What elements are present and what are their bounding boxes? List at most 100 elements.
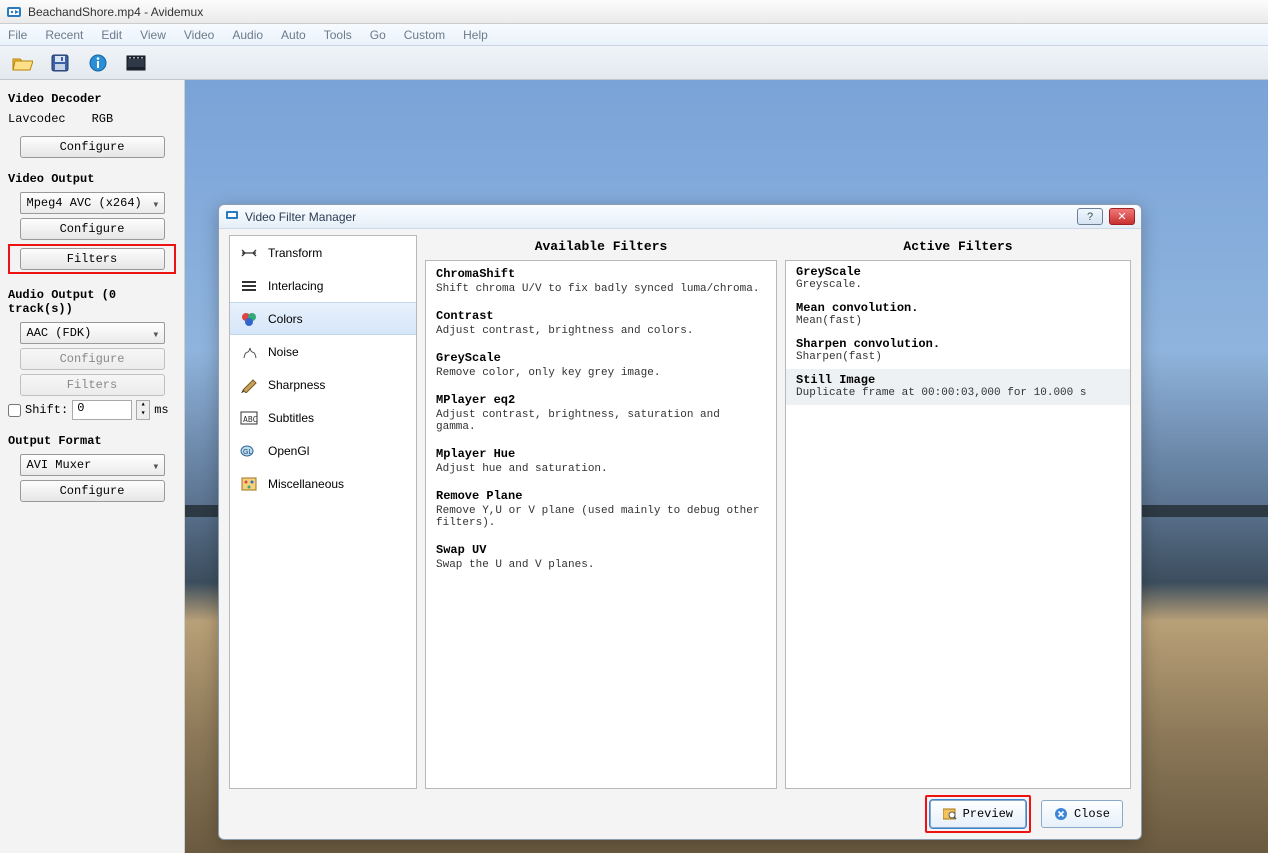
sidebar: Video Decoder Lavcodec RGB Configure Vid… bbox=[0, 80, 185, 853]
output-format-configure-button[interactable]: Configure bbox=[20, 480, 165, 502]
audio-output-select[interactable]: AAC (FDK) bbox=[20, 322, 165, 344]
menubar: File Recent Edit View Video Audio Auto T… bbox=[0, 24, 1268, 46]
active-filter-item[interactable]: Still ImageDuplicate frame at 00:00:03,0… bbox=[786, 369, 1130, 405]
category-label: Subtitles bbox=[268, 411, 314, 425]
available-filter-item[interactable]: Swap UVSwap the U and V planes. bbox=[426, 537, 776, 579]
category-icon bbox=[240, 343, 258, 361]
audio-output-heading: Audio Output (0 track(s)) bbox=[8, 288, 176, 316]
menu-tools[interactable]: Tools bbox=[324, 28, 352, 42]
active-filter-desc: Greyscale. bbox=[796, 279, 1120, 291]
menu-edit[interactable]: Edit bbox=[101, 28, 122, 42]
active-filter-item[interactable]: Mean convolution.Mean(fast) bbox=[786, 297, 1130, 333]
category-icon bbox=[240, 244, 258, 262]
audio-output-filters-button[interactable]: Filters bbox=[20, 374, 165, 396]
category-noise[interactable]: Noise bbox=[230, 335, 416, 368]
shift-unit: ms bbox=[154, 403, 168, 417]
filter-name: Mplayer Hue bbox=[436, 447, 766, 461]
filter-desc: Adjust contrast, brightness, saturation … bbox=[436, 409, 766, 433]
available-filter-item[interactable]: ContrastAdjust contrast, brightness and … bbox=[426, 303, 776, 345]
shift-value[interactable]: 0 bbox=[72, 400, 132, 420]
svg-text:ABC: ABC bbox=[243, 415, 258, 424]
shift-checkbox[interactable] bbox=[8, 404, 21, 417]
category-opengl[interactable]: GL OpenGl bbox=[230, 434, 416, 467]
active-filter-desc: Sharpen(fast) bbox=[796, 351, 1120, 363]
menu-video[interactable]: Video bbox=[184, 28, 214, 42]
output-format-select[interactable]: AVI Muxer bbox=[20, 454, 165, 476]
menu-go[interactable]: Go bbox=[370, 28, 386, 42]
film-icon[interactable] bbox=[124, 51, 148, 75]
close-icon bbox=[1054, 807, 1068, 821]
menu-help[interactable]: Help bbox=[463, 28, 488, 42]
category-label: Transform bbox=[268, 246, 322, 260]
category-miscellaneous[interactable]: Miscellaneous bbox=[230, 467, 416, 500]
menu-custom[interactable]: Custom bbox=[404, 28, 445, 42]
menu-recent[interactable]: Recent bbox=[45, 28, 83, 42]
help-button[interactable]: ? bbox=[1077, 208, 1103, 225]
filter-desc: Swap the U and V planes. bbox=[436, 559, 766, 571]
toolbar bbox=[0, 46, 1268, 80]
active-filter-item[interactable]: Sharpen convolution.Sharpen(fast) bbox=[786, 333, 1130, 369]
menu-file[interactable]: File bbox=[8, 28, 27, 42]
video-output-heading: Video Output bbox=[8, 172, 176, 186]
available-filter-item[interactable]: ChromaShiftShift chroma U/V to fix badly… bbox=[426, 261, 776, 303]
video-decoder-mode: RGB bbox=[92, 112, 114, 126]
video-filter-manager-dialog: Video Filter Manager ? ✕ Transform Interl… bbox=[218, 204, 1142, 840]
dialog-titlebar[interactable]: Video Filter Manager ? ✕ bbox=[219, 205, 1141, 229]
filter-desc: Adjust contrast, brightness and colors. bbox=[436, 325, 766, 337]
active-filters-heading: Active Filters bbox=[785, 235, 1131, 260]
category-colors[interactable]: Colors bbox=[230, 302, 416, 335]
menu-view[interactable]: View bbox=[140, 28, 166, 42]
available-filters-list: ChromaShiftShift chroma U/V to fix badly… bbox=[425, 260, 777, 789]
available-filter-item[interactable]: MPlayer eq2 Adjust contrast, brightness, … bbox=[426, 387, 776, 441]
info-icon[interactable] bbox=[86, 51, 110, 75]
available-filter-item[interactable]: GreyScaleRemove color, only key grey ima… bbox=[426, 345, 776, 387]
video-output-select[interactable]: Mpeg4 AVC (x264) bbox=[20, 192, 165, 214]
audio-output-configure-button[interactable]: Configure bbox=[20, 348, 165, 370]
category-transform[interactable]: Transform bbox=[230, 236, 416, 269]
category-subtitles[interactable]: ABC Subtitles bbox=[230, 401, 416, 434]
filters-highlight: Filters bbox=[8, 244, 176, 274]
close-button[interactable]: Close bbox=[1041, 800, 1123, 828]
active-filter-item[interactable]: GreyScaleGreyscale. bbox=[786, 261, 1130, 297]
output-format-heading: Output Format bbox=[8, 434, 176, 448]
filter-desc: Remove Y,U or V plane (used mainly to de… bbox=[436, 505, 766, 529]
app-icon bbox=[6, 4, 22, 20]
category-interlacing[interactable]: Interlacing bbox=[230, 269, 416, 302]
filter-desc: Remove color, only key grey image. bbox=[436, 367, 766, 379]
video-decoder-configure-button[interactable]: Configure bbox=[20, 136, 165, 158]
menu-audio[interactable]: Audio bbox=[232, 28, 263, 42]
window-close-button[interactable]: ✕ bbox=[1109, 208, 1135, 225]
category-label: OpenGl bbox=[268, 444, 309, 458]
category-icon: ABC bbox=[240, 409, 258, 427]
video-output-configure-button[interactable]: Configure bbox=[20, 218, 165, 240]
window-title: BeachandShore.mp4 - Avidemux bbox=[28, 5, 203, 19]
available-filters-heading: Available Filters bbox=[425, 235, 777, 260]
category-label: Colors bbox=[268, 312, 303, 326]
shift-label: Shift: bbox=[25, 403, 68, 417]
available-filter-item[interactable]: Mplayer HueAdjust hue and saturation. bbox=[426, 441, 776, 483]
menu-auto[interactable]: Auto bbox=[281, 28, 306, 42]
shift-spinner[interactable]: ▴▾ bbox=[136, 400, 150, 420]
video-decoder-codec: Lavcodec bbox=[8, 112, 66, 126]
filter-name: ChromaShift bbox=[436, 267, 766, 281]
category-label: Noise bbox=[268, 345, 299, 359]
preview-label: Preview bbox=[963, 807, 1013, 821]
video-output-filters-button[interactable]: Filters bbox=[20, 248, 165, 270]
category-sharpness[interactable]: Sharpness bbox=[230, 368, 416, 401]
filter-name: MPlayer eq2 bbox=[436, 393, 766, 407]
preview-button[interactable]: Preview bbox=[930, 800, 1026, 828]
category-icon bbox=[240, 376, 258, 394]
available-filter-item[interactable]: Remove PlaneRemove Y,U or V plane (used … bbox=[426, 483, 776, 537]
close-label: Close bbox=[1074, 807, 1110, 821]
svg-text:GL: GL bbox=[243, 449, 252, 456]
category-label: Sharpness bbox=[268, 378, 325, 392]
category-icon: GL bbox=[240, 442, 258, 460]
active-filter-name: Sharpen convolution. bbox=[796, 337, 1120, 351]
open-icon[interactable] bbox=[10, 51, 34, 75]
category-icon bbox=[240, 277, 258, 295]
active-filters-list: GreyScaleGreyscale.Mean convolution.Mean… bbox=[785, 260, 1131, 789]
active-filter-name: Mean convolution. bbox=[796, 301, 1120, 315]
video-decoder-heading: Video Decoder bbox=[8, 92, 176, 106]
filter-category-list: Transform Interlacing Colors Noise Sharpness… bbox=[229, 235, 417, 789]
save-icon[interactable] bbox=[48, 51, 72, 75]
